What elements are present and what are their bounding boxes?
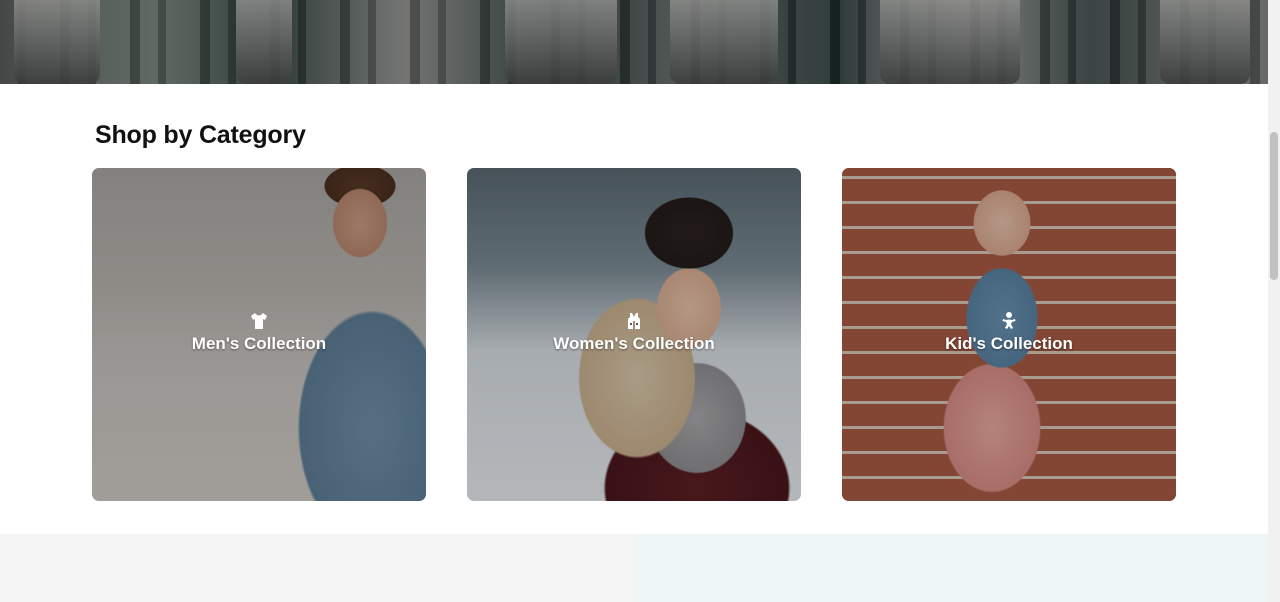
hero-mannequin	[14, 0, 100, 84]
page: Shop by Category Men's Collection Women'…	[0, 0, 1268, 602]
card-label-group: Kid's Collection	[842, 311, 1176, 354]
card-label-group: Men's Collection	[92, 311, 426, 354]
hero-mannequin	[505, 0, 617, 84]
tshirt-icon	[251, 313, 267, 329]
scrollbar-track[interactable]	[1268, 0, 1280, 602]
hero-mannequin	[880, 0, 1020, 84]
vest-icon	[628, 313, 640, 329]
hero-banner-image	[0, 0, 1268, 84]
shop-by-category-section: Shop by Category Men's Collection Women'…	[0, 84, 1268, 534]
category-label: Kid's Collection	[945, 334, 1073, 353]
hero-garment	[236, 0, 292, 84]
next-section-right-panel	[634, 534, 1268, 602]
hero-mannequin	[1160, 0, 1250, 84]
card-label-group: Women's Collection	[467, 311, 801, 354]
next-section-left-panel	[0, 534, 634, 602]
scrollbar-thumb[interactable]	[1270, 132, 1278, 280]
baby-icon	[1002, 312, 1016, 329]
category-label: Women's Collection	[553, 334, 715, 353]
category-card-men[interactable]: Men's Collection	[92, 168, 426, 501]
category-label: Men's Collection	[191, 334, 327, 353]
section-title: Shop by Category	[95, 121, 306, 149]
category-card-women[interactable]: Women's Collection	[467, 168, 801, 501]
category-card-kids[interactable]: Kid's Collection	[842, 168, 1176, 501]
hero-mannequin	[670, 0, 778, 84]
